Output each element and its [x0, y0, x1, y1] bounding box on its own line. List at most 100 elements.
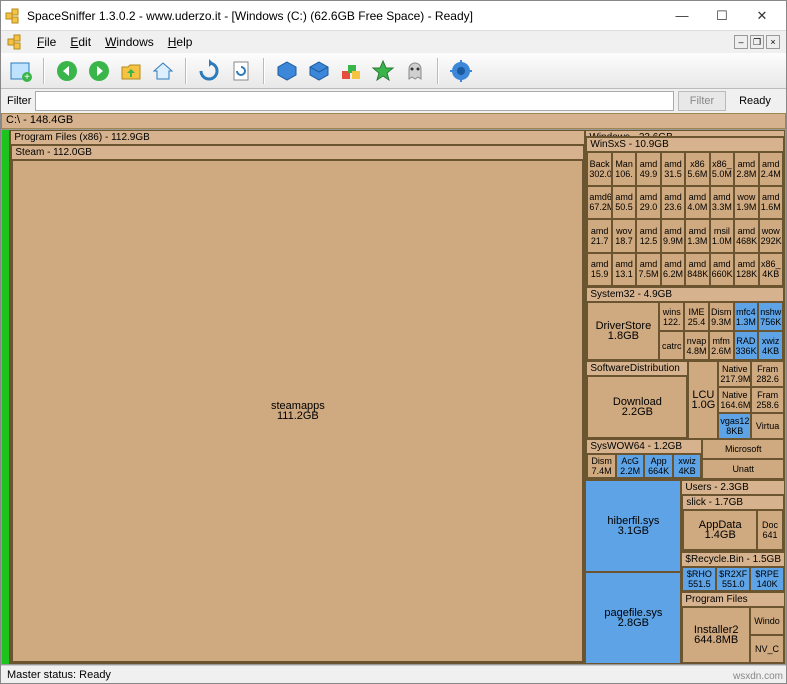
block-steamapps[interactable]: steamapps 111.2GB: [12, 160, 583, 662]
maximize-button[interactable]: ☐: [702, 4, 742, 28]
syswow-item[interactable]: Dism 7.4M: [587, 454, 616, 478]
system32-item[interactable]: mfc4 1.3M: [734, 302, 759, 331]
back-button[interactable]: [53, 57, 81, 85]
winsxs-item[interactable]: amd 660K: [710, 253, 734, 287]
close-button[interactable]: ✕: [742, 4, 782, 28]
filter-button[interactable]: Filter: [678, 91, 726, 111]
block-software-distribution[interactable]: SoftwareDistribution Download 2.2GB: [586, 361, 688, 439]
blue-box-2-button[interactable]: [305, 57, 333, 85]
winsxs-item[interactable]: x86_ 4KB: [759, 253, 783, 287]
block-driverstore[interactable]: DriverStore 1.8GB: [587, 302, 659, 360]
system32-item[interactable]: wins 122.: [659, 302, 684, 331]
block-windows[interactable]: Windows - 23.6GB WinSxS - 10.9GB Back 30…: [585, 130, 785, 480]
up-folder-button[interactable]: [117, 57, 145, 85]
ghost-button[interactable]: [401, 57, 429, 85]
softdist-item[interactable]: vgas12 8KB: [718, 413, 751, 439]
progfiles-item[interactable]: Windo: [750, 607, 784, 635]
block-slick[interactable]: slick - 1.7GB AppData 1.4GB Doc 641: [682, 495, 784, 551]
winsxs-item[interactable]: amd 468K: [734, 219, 758, 253]
mdi-restore[interactable]: ❐: [750, 35, 764, 49]
progfiles-item[interactable]: NV_C: [750, 635, 784, 663]
forward-button[interactable]: [85, 57, 113, 85]
system32-item[interactable]: RAD 336K: [734, 331, 759, 360]
menu-windows[interactable]: Windows: [105, 35, 154, 49]
block-users[interactable]: Users - 2.3GB slick - 1.7GB AppData 1.4G…: [681, 480, 785, 552]
winsxs-item[interactable]: msil 1.0M: [710, 219, 734, 253]
syswow-right-item[interactable]: Unatt: [702, 459, 784, 479]
block-program-files-x86[interactable]: Program Files (x86) - 112.9GB Steam - 11…: [10, 130, 585, 664]
winsxs-item[interactable]: amd 49.9: [636, 152, 660, 186]
recycle-item[interactable]: $R2XF 551.0: [716, 567, 750, 591]
winsxs-item[interactable]: amd 3.3M: [710, 186, 734, 220]
system32-item[interactable]: nvap 4.8M: [684, 331, 709, 360]
system32-item[interactable]: IME 25.4: [684, 302, 709, 331]
menu-help[interactable]: Help: [168, 35, 193, 49]
winsxs-item[interactable]: amd 6.2M: [661, 253, 685, 287]
gear-button[interactable]: [447, 57, 475, 85]
filter-input[interactable]: [35, 91, 674, 111]
mdi-close[interactable]: ×: [766, 35, 780, 49]
softdist-item[interactable]: Native 164.6M: [718, 387, 751, 413]
new-window-button[interactable]: +: [7, 57, 35, 85]
softdist-item[interactable]: Fram 258.6: [751, 387, 784, 413]
color-boxes-button[interactable]: [337, 57, 365, 85]
winsxs-item[interactable]: amd 2.4M: [759, 152, 783, 186]
winsxs-item[interactable]: x86 5.6M: [685, 152, 709, 186]
syswow-item[interactable]: xwiz 4KB: [673, 454, 702, 478]
block-installer2[interactable]: Installer2 644.8MB: [682, 607, 750, 663]
minimize-button[interactable]: —: [662, 4, 702, 28]
file-hiberfil[interactable]: hiberfil.sys 3.1GB: [585, 480, 681, 572]
file-pagefile[interactable]: pagefile.sys 2.8GB: [585, 572, 681, 664]
winsxs-item[interactable]: amd 1.3M: [685, 219, 709, 253]
menu-file[interactable]: File: [37, 35, 56, 49]
winsxs-item[interactable]: amd 29.0: [636, 186, 660, 220]
block-download[interactable]: Download 2.2GB: [587, 376, 687, 438]
winsxs-item[interactable]: amd 2.8M: [734, 152, 758, 186]
refresh-page-button[interactable]: [227, 57, 255, 85]
winsxs-item[interactable]: amd 50.5: [612, 186, 636, 220]
refresh-button[interactable]: [195, 57, 223, 85]
block-program-files[interactable]: Program Files Installer2 644.8MB Windo N…: [681, 592, 785, 664]
winsxs-item[interactable]: amd 21.7: [587, 219, 611, 253]
system32-item[interactable]: Dism 9.3M: [709, 302, 734, 331]
block-recycle-bin[interactable]: $Recycle.Bin - 1.5GB $RHO 551.5$R2XF 551…: [681, 552, 785, 592]
softdist-item[interactable]: Fram 282.6: [751, 361, 784, 387]
winsxs-item[interactable]: amd 9.9M: [661, 219, 685, 253]
winsxs-item[interactable]: wow 292K: [759, 219, 783, 253]
menu-edit[interactable]: Edit: [70, 35, 91, 49]
mdi-minimize[interactable]: –: [734, 35, 748, 49]
syswow-item[interactable]: App 664K: [644, 454, 673, 478]
softdist-item[interactable]: Native 217.9M: [718, 361, 751, 387]
block-system32[interactable]: System32 - 4.9GB DriverStore 1.8GB wins …: [586, 287, 784, 361]
recycle-item[interactable]: $RPE 140K: [750, 567, 784, 591]
winsxs-item[interactable]: amd 128K: [734, 253, 758, 287]
winsxs-item[interactable]: amd 7.5M: [636, 253, 660, 287]
winsxs-item[interactable]: amd6 67.2M: [587, 186, 611, 220]
winsxs-item[interactable]: amd 13.1: [612, 253, 636, 287]
winsxs-item[interactable]: wow 1.9M: [734, 186, 758, 220]
winsxs-item[interactable]: Man 106.: [612, 152, 636, 186]
winsxs-item[interactable]: amd 23.6: [661, 186, 685, 220]
syswow-item[interactable]: AcG 2.2M: [616, 454, 645, 478]
system32-item[interactable]: catrc: [659, 331, 684, 360]
winsxs-item[interactable]: amd 12.5: [636, 219, 660, 253]
block-lcu[interactable]: LCU 1.0G: [688, 361, 718, 439]
winsxs-item[interactable]: amd 15.9: [587, 253, 611, 287]
syswow-right-item[interactable]: Microsoft: [702, 439, 784, 459]
system32-item[interactable]: xwiz 4KB: [758, 331, 783, 360]
block-steam[interactable]: Steam - 112.0GB steamapps 111.2GB: [11, 145, 584, 663]
winsxs-item[interactable]: wov 18.7: [612, 219, 636, 253]
star-button[interactable]: [369, 57, 397, 85]
winsxs-item[interactable]: amd 31.5: [661, 152, 685, 186]
winsxs-item[interactable]: Back 302.0: [587, 152, 611, 186]
block-syswow64[interactable]: SysWOW64 - 1.2GB Dism 7.4MAcG 2.2MApp 66…: [586, 439, 702, 479]
winsxs-item[interactable]: amd 4.0M: [685, 186, 709, 220]
winsxs-item[interactable]: x86_ 5.0M: [710, 152, 734, 186]
winsxs-item[interactable]: amd 1.6M: [759, 186, 783, 220]
system32-item[interactable]: nshw 756K: [758, 302, 783, 331]
blue-box-1-button[interactable]: [273, 57, 301, 85]
softdist-item[interactable]: Virtua: [751, 413, 784, 439]
block-appdata[interactable]: AppData 1.4GB: [683, 510, 757, 550]
system32-item[interactable]: mfm 2.6M: [709, 331, 734, 360]
block-documents[interactable]: Doc 641: [757, 510, 783, 550]
